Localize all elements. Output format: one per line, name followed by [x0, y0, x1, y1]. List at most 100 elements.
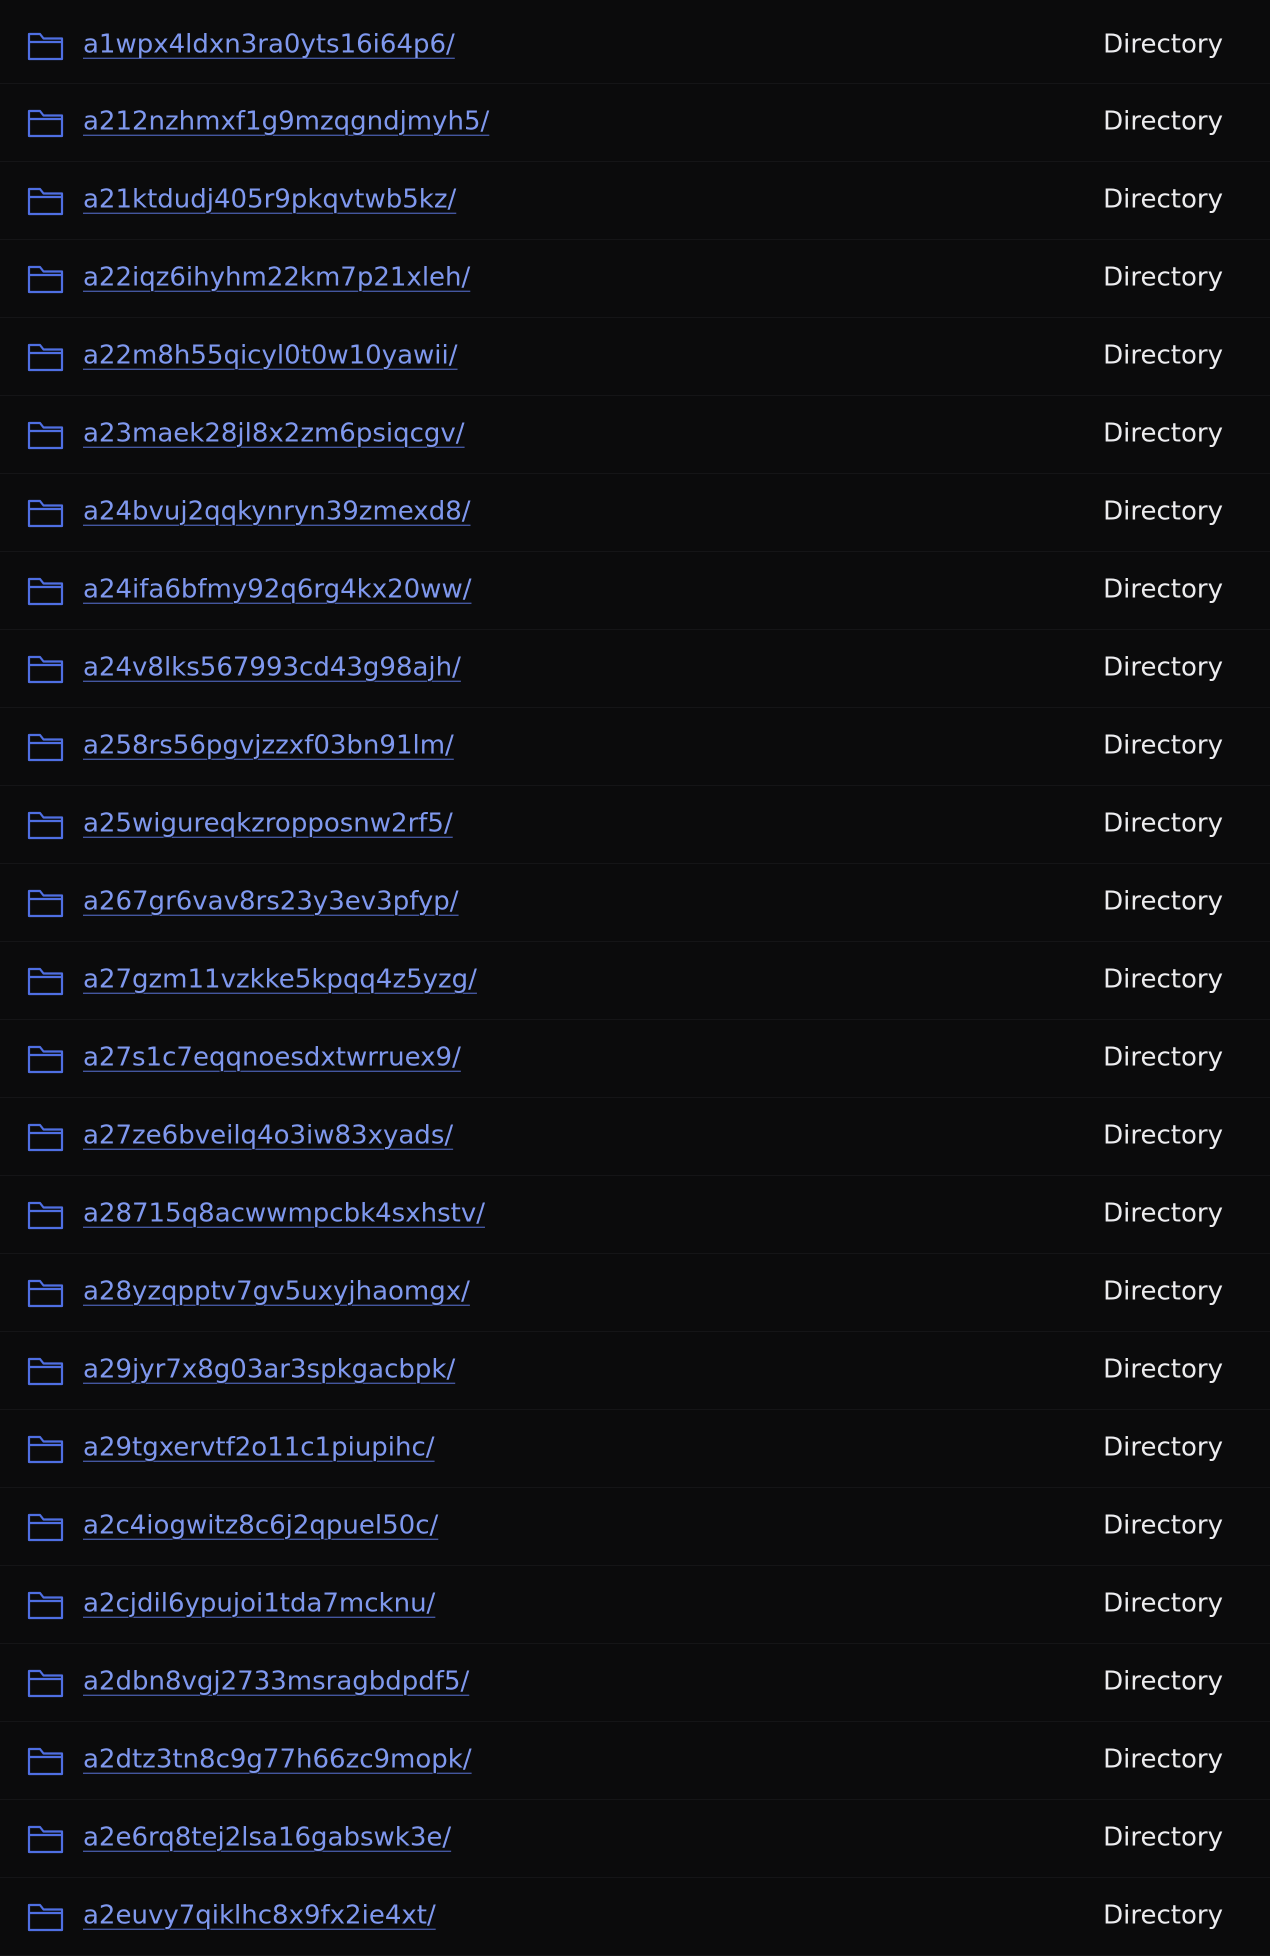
directory-link[interactable]: a21ktdudj405r9pkqvtwb5kz/ — [83, 183, 456, 215]
entry-type-label: Directory — [1103, 886, 1223, 917]
entry-type-label: Directory — [1103, 652, 1223, 683]
directory-link[interactable]: a2cjdil6ypujoi1tda7mcknu/ — [83, 1587, 435, 1619]
entry-type-label: Directory — [1103, 496, 1223, 527]
list-item[interactable]: a25wigureqkzropposnw2rf5/Directory — [0, 786, 1270, 864]
entry-type-label: Directory — [1103, 1198, 1223, 1229]
entry-type-label: Directory — [1103, 418, 1223, 449]
directory-link[interactable]: a29jyr7x8g03ar3spkgacbpk/ — [83, 1353, 455, 1385]
folder-icon — [27, 31, 64, 61]
directory-link[interactable]: a22m8h55qicyl0t0w10yawii/ — [83, 339, 458, 371]
list-item[interactable]: a2dbn8vgj2733msragbdpdf5/Directory — [0, 1644, 1270, 1722]
list-item[interactable]: a21ktdudj405r9pkqvtwb5kz/Directory — [0, 162, 1270, 240]
list-item[interactable]: a2dtz3tn8c9g77h66zc9mopk/Directory — [0, 1722, 1270, 1800]
entry-type-label: Directory — [1103, 106, 1223, 137]
entry-type-label: Directory — [1103, 1042, 1223, 1073]
list-item[interactable]: a24bvuj2qqkynryn39zmexd8/Directory — [0, 474, 1270, 552]
list-item[interactable]: a27ze6bveilq4o3iw83xyads/Directory — [0, 1098, 1270, 1176]
directory-link[interactable]: a2e6rq8tej2lsa16gabswk3e/ — [83, 1821, 451, 1853]
list-item[interactable]: a267gr6vav8rs23y3ev3pfyp/Directory — [0, 864, 1270, 942]
entry-type-label: Directory — [1103, 964, 1223, 995]
folder-icon — [27, 420, 64, 450]
list-item[interactable]: a2euvy7qiklhc8x9fx2ie4xt/Directory — [0, 1878, 1270, 1956]
folder-icon — [27, 1356, 64, 1386]
folder-icon — [27, 1044, 64, 1074]
directory-link[interactable]: a258rs56pgvjzzxf03bn91lm/ — [83, 729, 454, 761]
entry-type-label: Directory — [1103, 262, 1223, 293]
folder-icon — [27, 1902, 64, 1932]
folder-icon — [27, 1824, 64, 1854]
directory-link[interactable]: a2euvy7qiklhc8x9fx2ie4xt/ — [83, 1899, 436, 1931]
directory-link[interactable]: a2dbn8vgj2733msragbdpdf5/ — [83, 1665, 469, 1697]
entry-type-label: Directory — [1103, 1354, 1223, 1385]
list-item[interactable]: a27gzm11vzkke5kpqq4z5yzg/Directory — [0, 942, 1270, 1020]
list-item[interactable]: a29tgxervtf2o11c1piupihc/Directory — [0, 1410, 1270, 1488]
directory-link[interactable]: a23maek28jl8x2zm6psiqcgv/ — [83, 417, 465, 449]
entry-type-label: Directory — [1103, 1666, 1223, 1697]
folder-icon — [27, 1512, 64, 1542]
entry-type-label: Directory — [1103, 184, 1223, 215]
entry-type-label: Directory — [1103, 29, 1223, 60]
folder-icon — [27, 1278, 64, 1308]
folder-icon — [27, 186, 64, 216]
folder-icon — [27, 732, 64, 762]
folder-icon — [27, 342, 64, 372]
list-item[interactable]: a24v8lks567993cd43g98ajh/Directory — [0, 630, 1270, 708]
directory-link[interactable]: a25wigureqkzropposnw2rf5/ — [83, 807, 453, 839]
folder-icon — [27, 810, 64, 840]
entry-type-label: Directory — [1103, 340, 1223, 371]
entry-type-label: Directory — [1103, 1432, 1223, 1463]
entry-type-label: Directory — [1103, 1510, 1223, 1541]
entry-type-label: Directory — [1103, 1588, 1223, 1619]
directory-link[interactable]: a212nzhmxf1g9mzqgndjmyh5/ — [83, 105, 489, 137]
directory-link[interactable]: a24bvuj2qqkynryn39zmexd8/ — [83, 495, 471, 527]
folder-icon — [27, 1434, 64, 1464]
directory-link[interactable]: a27gzm11vzkke5kpqq4z5yzg/ — [83, 963, 477, 995]
list-item[interactable]: a2e6rq8tej2lsa16gabswk3e/Directory — [0, 1800, 1270, 1878]
directory-link[interactable]: a24ifa6bfmy92q6rg4kx20ww/ — [83, 573, 471, 605]
folder-icon — [27, 264, 64, 294]
list-item[interactable]: a27s1c7eqqnoesdxtwrruex9/Directory — [0, 1020, 1270, 1098]
folder-icon — [27, 108, 64, 138]
list-item[interactable]: a258rs56pgvjzzxf03bn91lm/Directory — [0, 708, 1270, 786]
directory-link[interactable]: a24v8lks567993cd43g98ajh/ — [83, 651, 461, 683]
folder-icon — [27, 1122, 64, 1152]
entry-type-label: Directory — [1103, 1276, 1223, 1307]
entry-type-label: Directory — [1103, 1744, 1223, 1775]
entry-type-label: Directory — [1103, 574, 1223, 605]
directory-link[interactable]: a27ze6bveilq4o3iw83xyads/ — [83, 1119, 453, 1151]
folder-icon — [27, 966, 64, 996]
list-item[interactable]: a22m8h55qicyl0t0w10yawii/Directory — [0, 318, 1270, 396]
folder-icon — [27, 498, 64, 528]
entry-type-label: Directory — [1103, 1120, 1223, 1151]
folder-icon — [27, 888, 64, 918]
folder-icon — [27, 1668, 64, 1698]
list-item[interactable]: a24ifa6bfmy92q6rg4kx20ww/Directory — [0, 552, 1270, 630]
entry-type-label: Directory — [1103, 808, 1223, 839]
entry-type-label: Directory — [1103, 730, 1223, 761]
folder-icon — [27, 654, 64, 684]
list-item[interactable]: a1wpx4ldxn3ra0yts16i64p6/Directory — [0, 0, 1270, 84]
folder-icon — [27, 1746, 64, 1776]
list-item[interactable]: a23maek28jl8x2zm6psiqcgv/Directory — [0, 396, 1270, 474]
entry-type-label: Directory — [1103, 1900, 1223, 1931]
directory-link[interactable]: a267gr6vav8rs23y3ev3pfyp/ — [83, 885, 459, 917]
list-item[interactable]: a212nzhmxf1g9mzqgndjmyh5/Directory — [0, 84, 1270, 162]
directory-link[interactable]: a1wpx4ldxn3ra0yts16i64p6/ — [83, 29, 455, 61]
directory-listing: a1wpx4ldxn3ra0yts16i64p6/Directory a212nz… — [0, 0, 1270, 1956]
list-item[interactable]: a2cjdil6ypujoi1tda7mcknu/Directory — [0, 1566, 1270, 1644]
directory-link[interactable]: a29tgxervtf2o11c1piupihc/ — [83, 1431, 435, 1463]
list-item[interactable]: a29jyr7x8g03ar3spkgacbpk/Directory — [0, 1332, 1270, 1410]
list-item[interactable]: a28715q8acwwmpcbk4sxhstv/Directory — [0, 1176, 1270, 1254]
directory-link[interactable]: a28715q8acwwmpcbk4sxhstv/ — [83, 1197, 485, 1229]
folder-icon — [27, 576, 64, 606]
directory-link[interactable]: a27s1c7eqqnoesdxtwrruex9/ — [83, 1041, 461, 1073]
list-item[interactable]: a22iqz6ihyhm22km7p21xleh/Directory — [0, 240, 1270, 318]
directory-link[interactable]: a28yzqpptv7gv5uxyjhaomgx/ — [83, 1275, 470, 1307]
directory-link[interactable]: a22iqz6ihyhm22km7p21xleh/ — [83, 261, 470, 293]
list-item[interactable]: a2c4iogwitz8c6j2qpuel50c/Directory — [0, 1488, 1270, 1566]
directory-link[interactable]: a2c4iogwitz8c6j2qpuel50c/ — [83, 1509, 438, 1541]
list-item[interactable]: a28yzqpptv7gv5uxyjhaomgx/Directory — [0, 1254, 1270, 1332]
folder-icon — [27, 1590, 64, 1620]
entry-type-label: Directory — [1103, 1822, 1223, 1853]
directory-link[interactable]: a2dtz3tn8c9g77h66zc9mopk/ — [83, 1743, 472, 1775]
